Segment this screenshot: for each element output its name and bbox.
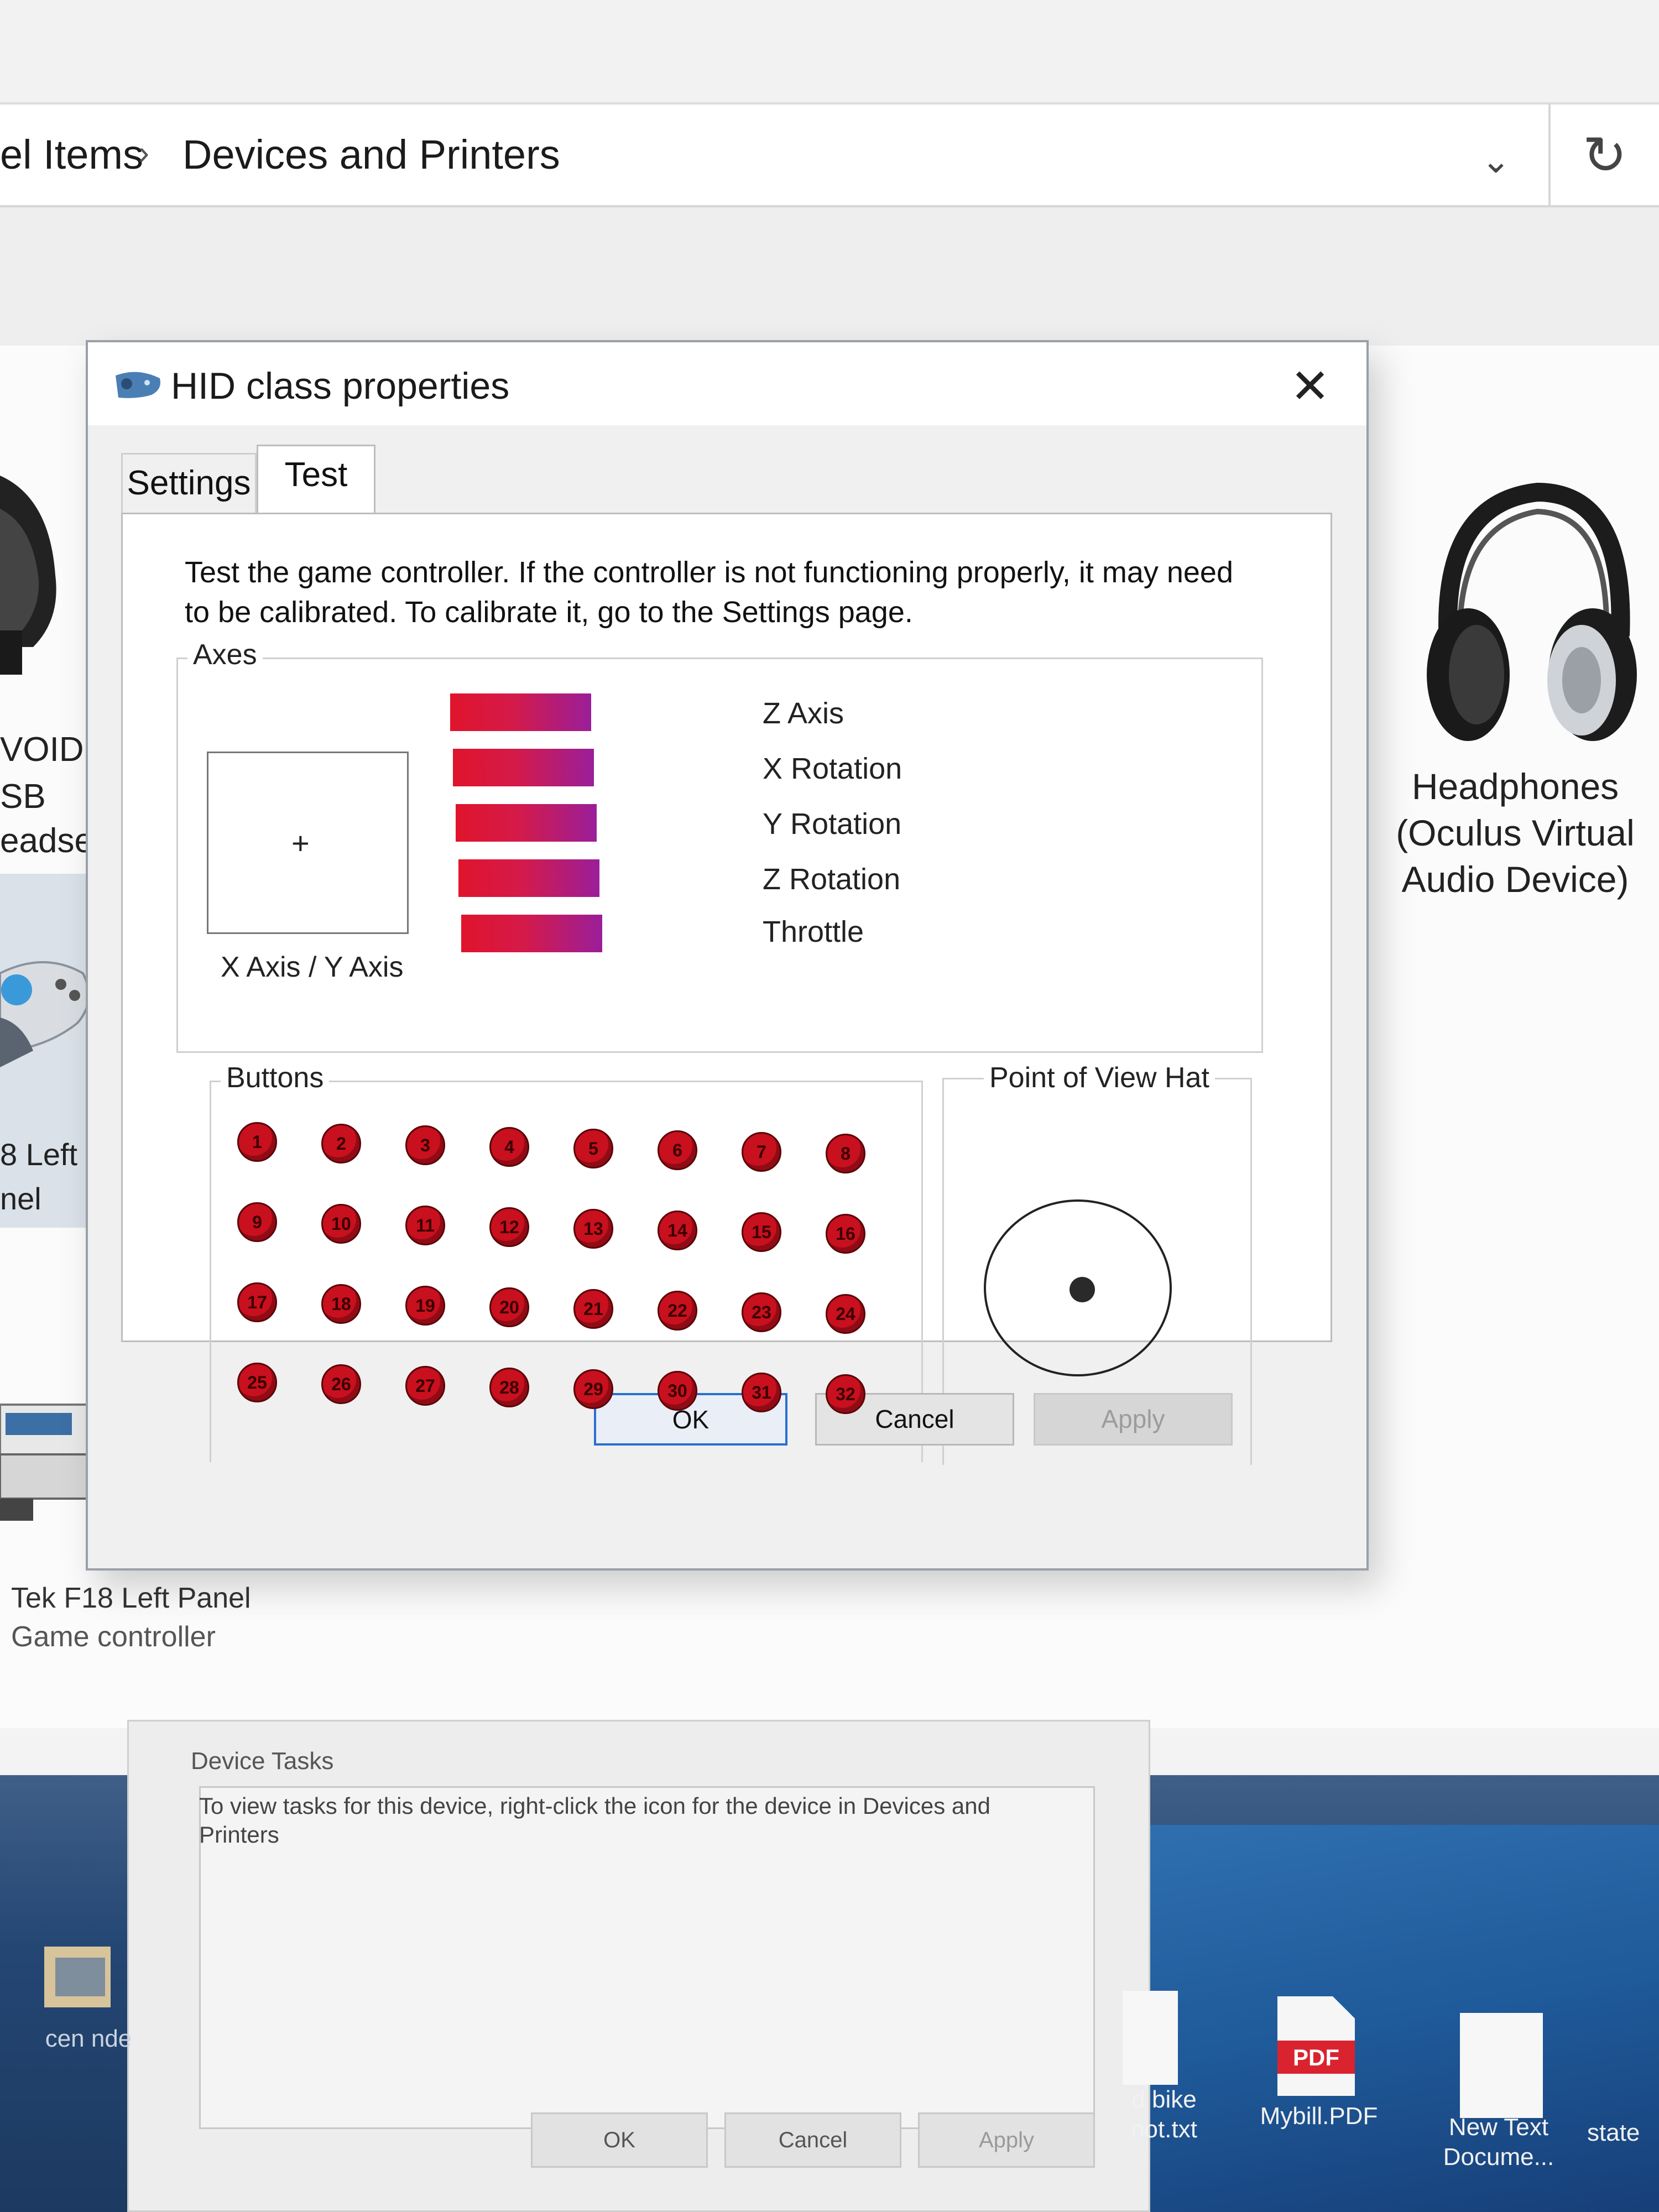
desktop-icon-label: cen nde [45,2025,132,2052]
device-label-line: 8 Left [0,1137,78,1172]
controller-button-indicator: 10 [321,1204,361,1244]
xy-axis-label: X Axis / Y Axis [221,951,404,983]
controller-button-indicator: 16 [826,1214,865,1254]
axes-group-label: Axes [187,638,263,671]
controller-button-indicator: 18 [321,1284,361,1324]
address-history-dropdown-icon[interactable]: ⌄ [1465,130,1526,191]
headset-icon[interactable] [0,465,66,708]
controller-button-indicator: 15 [742,1212,781,1252]
controller-button-indicator: 26 [321,1364,361,1404]
controller-button-indicator: 28 [489,1368,529,1407]
xy-position-cross: + [291,826,310,860]
controller-button-indicator: 14 [658,1211,697,1250]
point-of-view-hat-label: Point of View Hat [984,1061,1215,1094]
dialog-title: HID class properties [171,365,510,407]
controller-button-indicator: 29 [573,1369,613,1409]
device-label-line: Headphones [1411,766,1619,807]
y-rotation-bar [456,804,597,842]
controller-button-indicator: 20 [489,1287,529,1327]
headphones-device-label: Headphones (Oculus Virtual Audio Device) [1371,763,1659,902]
refresh-icon[interactable]: ↻ [1548,102,1659,207]
controller-button-indicator: 8 [826,1134,865,1173]
desktop-icon-label: state [1587,2119,1640,2146]
controller-button-indicator: 27 [405,1366,445,1406]
device-tasks-title: Device Tasks [191,1747,334,1775]
device-label-line: SB [0,778,46,816]
device-type-label: Game controller [11,1621,216,1653]
command-bar [0,207,1659,346]
xy-axis-box: + [207,752,409,934]
controller-button-indicator: 30 [658,1371,697,1411]
controller-button-indicator: 23 [742,1292,781,1332]
controller-button-indicator: 13 [573,1209,613,1249]
pdf-file-icon[interactable]: PDF [1272,1991,1360,2101]
breadcrumb-control-panel-items[interactable]: el Items [0,131,143,178]
breadcrumb-separator: › [138,134,149,171]
window-top-strip [0,0,1659,102]
background-apply-button[interactable]: Apply [918,2112,1095,2168]
pov-hat-position-dot [1070,1277,1095,1302]
device-label-line: Audio Device) [1401,859,1629,900]
z-rotation-label: Z Rotation [763,863,901,896]
address-bar[interactable]: el Items › Devices and Printers [0,102,1548,207]
close-icon[interactable]: ✕ [1282,359,1338,414]
controller-button-indicator: 32 [826,1374,865,1414]
controller-button-indicator: 7 [742,1132,781,1172]
device-label-line: VOID [0,731,84,769]
hid-class-properties-dialog: HID class properties ✕ Settings Test Tes… [86,340,1369,1571]
background-cancel-button[interactable]: Cancel [724,2112,901,2168]
controller-button-indicator: 21 [573,1289,613,1329]
controller-button-indicator: 25 [237,1363,277,1402]
desktop-icon-label: New Text Docume... [1443,2114,1554,2171]
folder-image-icon[interactable] [39,1936,122,2018]
controller-button-indicator: 2 [321,1124,361,1164]
desktop-icon-label: d bike not.txt [1131,2086,1197,2143]
gamepad-icon[interactable] [0,940,94,1084]
headphones-icon[interactable] [1416,470,1637,758]
tab-settings[interactable]: Settings [121,453,257,514]
test-description: Test the game controller. If the control… [185,556,1233,629]
game-controller-icon [116,372,160,398]
pdf-badge: PDF [1293,2044,1339,2070]
device-label-line: (Oculus Virtual [1396,812,1635,853]
y-rotation-label: Y Rotation [763,807,902,841]
text-file-icon[interactable] [1123,1991,1178,2085]
z-rotation-bar [458,859,599,897]
dialog-titlebar[interactable]: HID class properties ✕ [88,342,1366,425]
controller-button-indicator: 24 [826,1294,865,1334]
device-tasks-text: To view tasks for this device, right-cli… [199,1793,990,1848]
controller-button-indicator: 5 [573,1129,613,1168]
controller-button-indicator: 1 [237,1122,277,1162]
controller-button-indicator: 9 [237,1202,277,1242]
throttle-bar [461,915,602,952]
controller-button-indicator: 22 [658,1291,697,1331]
controller-button-indicator: 6 [658,1130,697,1170]
device-name-tek-f18: Tek F18 Left Panel [11,1582,251,1614]
new-text-document-icon[interactable] [1460,2013,1543,2118]
controller-button-indicator: 3 [405,1125,445,1165]
apply-button[interactable]: Apply [1034,1393,1233,1446]
tab-test[interactable]: Test [257,445,375,514]
z-axis-bar [450,693,591,731]
buttons-group-label: Buttons [221,1061,330,1094]
z-axis-label: Z Axis [763,697,844,730]
desktop-icon-label: Mybill.PDF [1260,2103,1378,2130]
controller-button-indicator: 11 [405,1206,445,1245]
controller-button-indicator: 4 [489,1127,529,1167]
breadcrumb-devices-and-printers[interactable]: Devices and Printers [182,131,560,178]
controller-button-indicator: 17 [237,1282,277,1322]
throttle-label: Throttle [763,915,864,948]
controller-button-indicator: 12 [489,1207,529,1247]
background-ok-button[interactable]: OK [531,2112,708,2168]
x-rotation-bar [453,749,594,786]
x-rotation-label: X Rotation [763,752,902,785]
controller-button-indicator: 19 [405,1286,445,1326]
controller-button-indicator: 31 [742,1373,781,1412]
device-label-line: nel [0,1181,41,1216]
